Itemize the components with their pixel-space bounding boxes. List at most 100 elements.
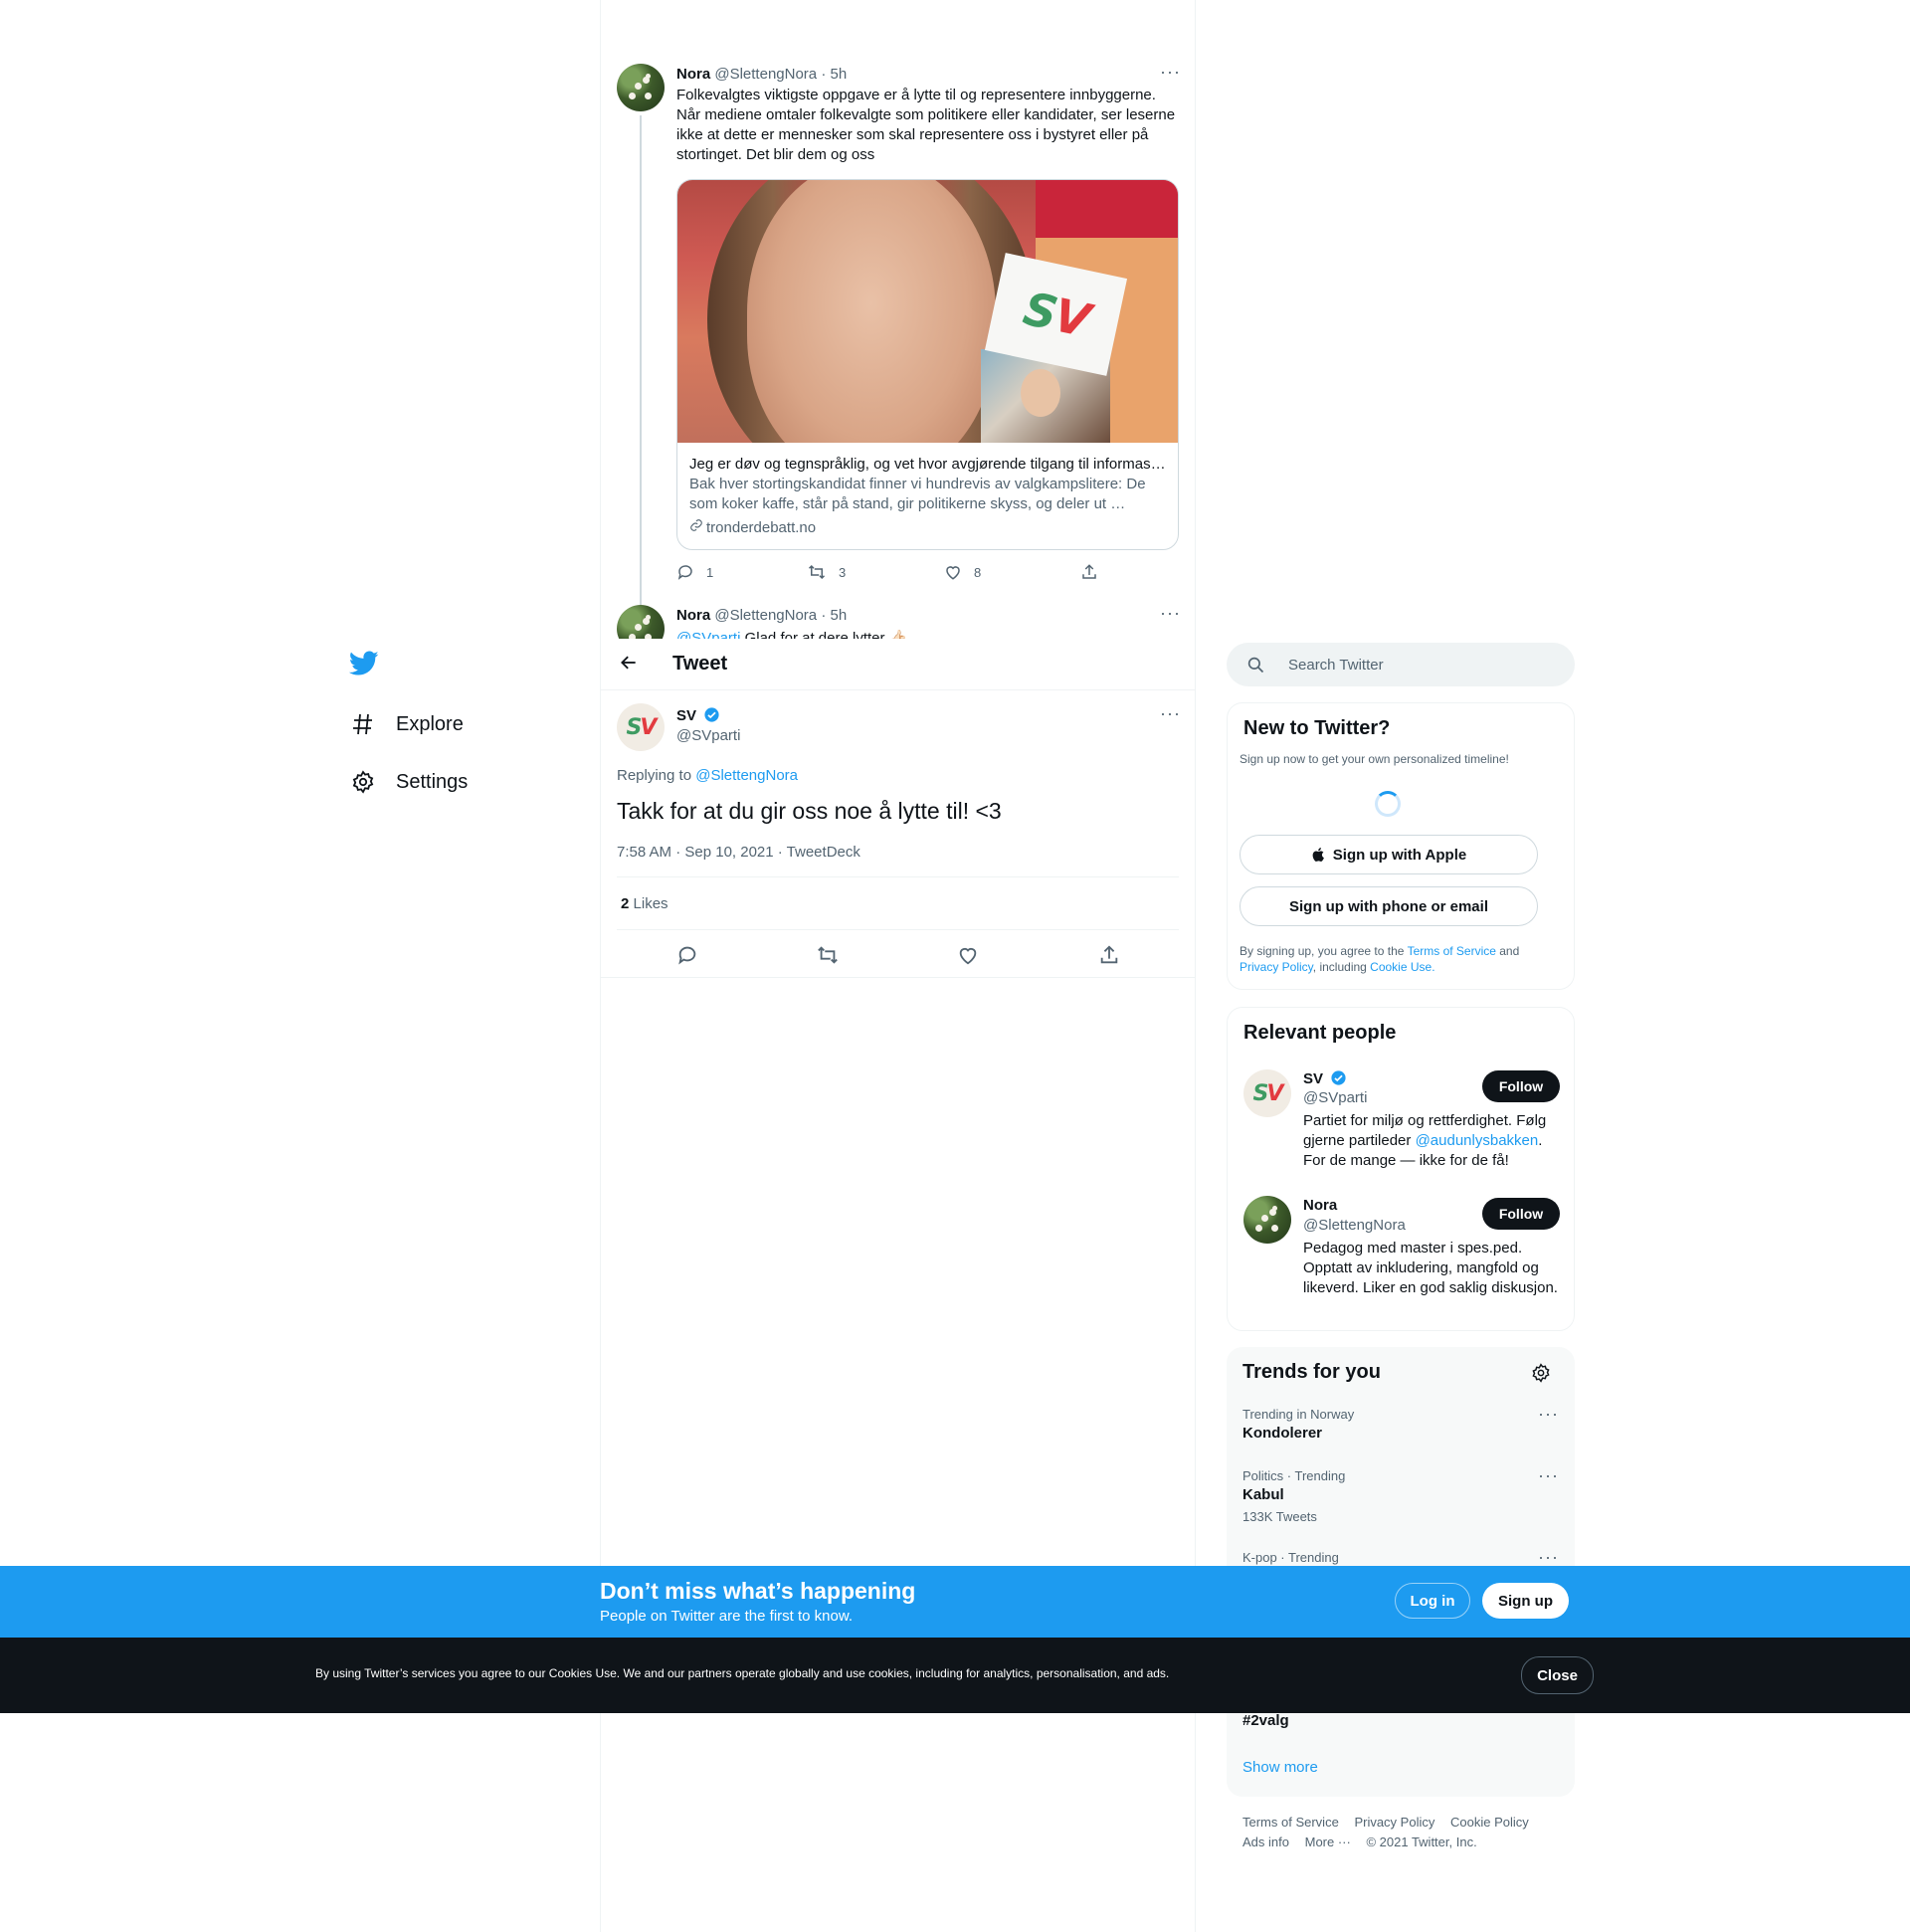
footer-cookie-link[interactable]: Cookie Policy (1450, 1815, 1529, 1830)
reply-button[interactable]: 1 (676, 563, 713, 581)
loading-spinner-icon (1375, 791, 1401, 817)
person-name[interactable]: SV (1303, 1069, 1347, 1087)
search-input[interactable]: Search Twitter (1227, 643, 1575, 686)
reply-icon (678, 946, 696, 965)
share-button[interactable] (1080, 563, 1110, 581)
main-tweet-author[interactable]: SV (676, 706, 720, 724)
link-card[interactable]: SV Jeg er døv og tegnspråklig, og vet hv… (676, 179, 1179, 550)
more-options-icon[interactable]: ··· (1538, 1465, 1559, 1486)
footer-ads-link[interactable]: Ads info (1242, 1835, 1289, 1849)
author-name[interactable]: Nora (676, 607, 710, 624)
person-handle[interactable]: @SlettengNora (1303, 1217, 1406, 1234)
person-name-text: SV (1303, 1070, 1324, 1087)
more-options-icon[interactable]: ··· (1538, 1404, 1559, 1425)
person-bio: Pedagog med master i spes.ped. Opptatt a… (1303, 1240, 1558, 1296)
replying-label: Replying to (617, 767, 696, 784)
like-count: 8 (974, 564, 982, 580)
person-bio: Partiet for miljø og rettferdighet. Følg… (1303, 1111, 1564, 1171)
nav-settings[interactable]: Settings (350, 762, 468, 802)
author-handle[interactable]: @SVparti (676, 727, 740, 744)
avatar[interactable] (617, 605, 665, 639)
trend-meta: Politics · Trending (1242, 1468, 1346, 1483)
more-options-icon[interactable]: ··· (1538, 1547, 1559, 1568)
legal-part: , including (1312, 960, 1371, 974)
replying-to-link[interactable]: @SlettengNora (695, 767, 798, 784)
close-button[interactable]: Close (1521, 1656, 1594, 1694)
legal-text: By signing up, you agree to the Terms of… (1240, 943, 1558, 975)
trend-count: 133K Tweets (1242, 1509, 1317, 1524)
replying-to: Replying to @SlettengNora (617, 767, 798, 784)
retweet-button[interactable]: 3 (807, 563, 846, 581)
like-button[interactable]: 8 (944, 563, 981, 581)
sign-up-apple-button[interactable]: Sign up with Apple (1240, 835, 1538, 874)
trends-settings-gear-icon[interactable] (1531, 1363, 1551, 1388)
link-card-body: Jeg er døv og tegnspråklig, og vet hvor … (689, 455, 1167, 538)
avatar[interactable]: SV (1243, 1069, 1291, 1117)
sign-up-phone-button[interactable]: Sign up with phone or email (1240, 886, 1538, 926)
tweet-time[interactable]: 5h (830, 607, 847, 624)
trend-item[interactable]: K-pop · Trending (1242, 1550, 1339, 1565)
avatar[interactable] (617, 64, 665, 111)
reply-button[interactable] (676, 944, 698, 971)
retweet-button[interactable] (816, 944, 840, 971)
nav-explore[interactable]: Explore (350, 704, 464, 744)
person-handle[interactable]: @SVparti (1303, 1089, 1367, 1106)
divider (617, 929, 1179, 930)
more-options-icon[interactable]: ··· (1160, 603, 1181, 624)
likes-stat[interactable]: 2 Likes (621, 895, 668, 912)
footer-more-link[interactable]: More ··· (1305, 1835, 1351, 1849)
retweet-count: 3 (839, 564, 847, 580)
relevant-people-panel: Relevant people SV SV @SVparti Follow Pa… (1227, 1007, 1575, 1331)
mention-link[interactable]: @SVparti (676, 630, 740, 639)
follow-button[interactable]: Follow (1482, 1070, 1560, 1102)
tweet-text-body: Glad for at dere lytter 👍🏻 (740, 630, 908, 639)
share-icon (1100, 945, 1118, 964)
link-card-domain: tronderdebatt.no (706, 519, 817, 536)
person-name[interactable]: Nora (1303, 1197, 1337, 1214)
link-card-description: Bak hver stortingskandidat finner vi hun… (689, 476, 1146, 512)
page-title: Tweet (672, 653, 728, 675)
author-handle[interactable]: @SlettengNora (714, 66, 817, 83)
like-button[interactable] (957, 944, 979, 971)
footer-privacy-link[interactable]: Privacy Policy (1354, 1815, 1434, 1830)
avatar[interactable] (1243, 1196, 1291, 1244)
author-name[interactable]: Nora (676, 66, 710, 83)
trend-item[interactable]: Trending in Norway Kondolerer (1242, 1407, 1354, 1442)
follow-button[interactable]: Follow (1482, 1198, 1560, 1230)
more-options-icon[interactable]: ··· (1160, 62, 1181, 83)
link-icon (689, 518, 703, 538)
terms-link[interactable]: Terms of Service (1408, 944, 1496, 958)
verified-badge-icon (704, 707, 719, 722)
cookie-link[interactable]: Cookie Use. (1370, 960, 1434, 974)
promo-subtitle: People on Twitter are the first to know. (600, 1608, 854, 1625)
login-button[interactable]: Log in (1395, 1583, 1470, 1619)
footer-links-row-2: Ads info More ··· © 2021 Twitter, Inc. (1242, 1835, 1489, 1849)
twitter-logo-icon[interactable] (348, 651, 379, 680)
tweet-source[interactable]: TweetDeck (787, 844, 860, 861)
more-options-icon[interactable]: ··· (1160, 703, 1181, 724)
author-handle[interactable]: @SlettengNora (714, 607, 817, 624)
reply-count: 1 (706, 564, 714, 580)
timestamp-text[interactable]: 7:58 AM · Sep 10, 2021 · (617, 844, 787, 861)
back-arrow-icon[interactable] (619, 653, 639, 677)
search-placeholder: Search Twitter (1288, 656, 1384, 674)
trend-item[interactable]: Politics · Trending Kabul 133K Tweets (1242, 1468, 1345, 1524)
panel-title: Relevant people (1243, 1022, 1397, 1044)
tweet-time[interactable]: 5h (830, 66, 847, 83)
tweet-header: Nora @SlettengNora · 5h (676, 66, 847, 83)
share-button[interactable] (1098, 944, 1120, 971)
footer-terms-link[interactable]: Terms of Service (1242, 1815, 1339, 1830)
avatar[interactable]: SV (617, 703, 665, 751)
mention-link[interactable]: @audunlysbakken (1416, 1132, 1539, 1149)
nav-explore-label: Explore (396, 712, 464, 735)
signup-button[interactable]: Sign up (1482, 1583, 1569, 1619)
footer-copyright: © 2021 Twitter, Inc. (1366, 1835, 1477, 1849)
privacy-link[interactable]: Privacy Policy (1240, 960, 1313, 974)
link-card-image: SV (677, 180, 1178, 443)
show-more-link[interactable]: Show more (1242, 1759, 1318, 1776)
hashtag-icon (350, 711, 376, 737)
separator: · (821, 66, 827, 83)
link-card-title: Jeg er døv og tegnspråklig, og vet hvor … (689, 456, 1167, 473)
heart-icon (946, 566, 960, 580)
cookie-text: By using Twitter’s services you agree to… (315, 1666, 1170, 1680)
